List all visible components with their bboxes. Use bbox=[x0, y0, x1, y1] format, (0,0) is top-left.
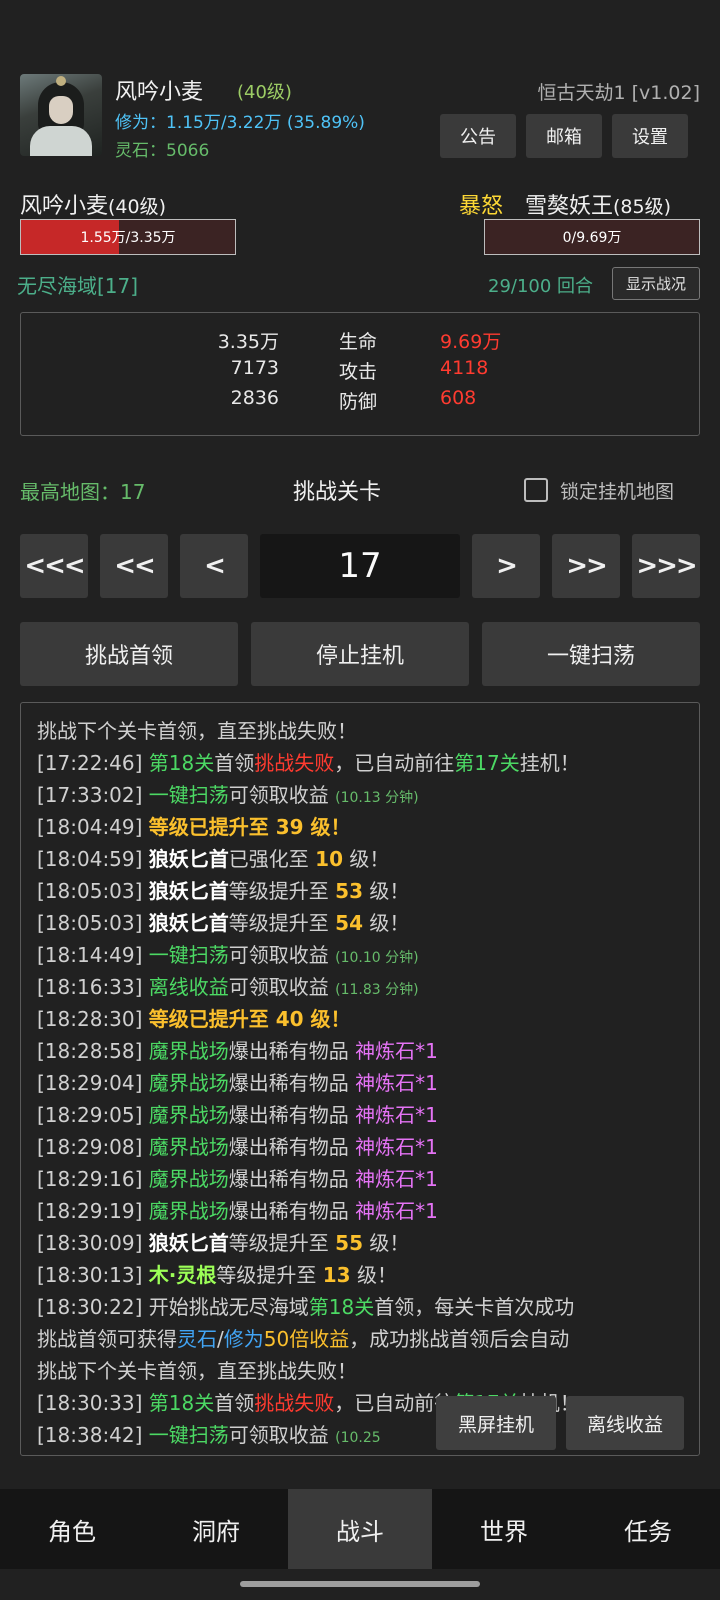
log-line: [18:04:59] 狼妖匕首已强化至 10 级！ bbox=[37, 847, 390, 871]
player-name: 风吟小麦 bbox=[115, 80, 204, 105]
log-line: [18:05:03] 狼妖匕首等级提升至 54 级！ bbox=[37, 911, 410, 935]
log-line: [18:29:08] 魔界战场爆出稀有物品 神炼石*1 bbox=[37, 1135, 438, 1159]
log-line: [18:38:42] 一键扫荡可领取收益 (10.25 bbox=[37, 1423, 381, 1447]
enemy-hp-text: 0/9.69万 bbox=[562, 230, 622, 246]
player-level: (40级) bbox=[237, 82, 292, 103]
log-line: 挑战首领可获得灵石/修为50倍收益，成功挑战首领后会自动 bbox=[37, 1327, 570, 1351]
forward-ten-levels-button[interactable]: >> bbox=[552, 534, 620, 598]
log-line: [18:29:19] 魔界战场爆出稀有物品 神炼石*1 bbox=[37, 1199, 438, 1223]
back-ten-levels-button[interactable]: << bbox=[100, 534, 168, 598]
tab-battle[interactable]: 战斗 bbox=[288, 1489, 432, 1569]
enemy-name-text: 雪獒妖王 bbox=[525, 194, 614, 219]
stat-row-defense: 2836 防御 608 bbox=[21, 387, 699, 417]
last-level-button[interactable]: >>> bbox=[632, 534, 700, 598]
show-battle-button[interactable]: 显示战况 bbox=[612, 267, 700, 300]
stat-label: 防御 bbox=[339, 391, 378, 413]
log-line: [18:05:03] 狼妖匕首等级提升至 53 级！ bbox=[37, 879, 410, 903]
log-line: [17:22:46] 第18关首领挑战失败，已自动前往第17关挂机！ bbox=[37, 751, 580, 775]
lock-map-checkbox[interactable] bbox=[524, 478, 548, 502]
next-level-button[interactable]: > bbox=[472, 534, 540, 598]
enemy-stat-value: 608 bbox=[440, 387, 477, 409]
player-hp-text: 1.55万/3.35万 bbox=[80, 230, 176, 246]
avatar-face bbox=[49, 96, 73, 124]
log-line: [18:14:49] 一键扫荡可领取收益 (10.10 分钟) bbox=[37, 943, 419, 967]
player-stat-value: 7173 bbox=[230, 357, 279, 379]
stat-label: 生命 bbox=[339, 331, 378, 353]
log-line: [18:04:49] 等级已提升至 39 级！ bbox=[37, 815, 351, 839]
player-stat-value: 2836 bbox=[230, 387, 279, 409]
fighter-name-text: 风吟小麦 bbox=[20, 194, 109, 219]
player-hp-bar: 1.55万/3.35万 bbox=[20, 219, 236, 255]
player-cultivation: 修为：1.15万/3.22万 (35.89%) bbox=[115, 113, 365, 133]
quick-sweep-button[interactable]: 一键扫荡 bbox=[482, 622, 700, 686]
home-indicator[interactable] bbox=[240, 1581, 480, 1587]
stat-row-attack: 7173 攻击 4118 bbox=[21, 357, 699, 387]
stat-row-hp: 3.35万 生命 9.69万 bbox=[21, 327, 699, 357]
offline-earnings-button[interactable]: 离线收益 bbox=[566, 1396, 684, 1450]
stats-panel: 3.35万 生命 9.69万 7173 攻击 4118 2836 防御 608 bbox=[20, 312, 700, 436]
log-line: [18:30:22] 开始挑战无尽海域第18关首领，每关卡首次成功 bbox=[37, 1295, 575, 1319]
log-line: 挑战下个关卡首领，直至挑战失败！ bbox=[37, 1359, 357, 1383]
bottom-navigation: 角色 洞府 战斗 世界 任务 bbox=[0, 1489, 720, 1569]
round-counter: 29/100 回合 bbox=[488, 276, 594, 297]
tab-cave[interactable]: 洞府 bbox=[144, 1489, 288, 1569]
avatar-robe bbox=[30, 126, 92, 156]
log-line: [18:29:16] 魔界战场爆出稀有物品 神炼石*1 bbox=[37, 1167, 438, 1191]
first-level-button[interactable]: <<< bbox=[20, 534, 88, 598]
stop-idle-button[interactable]: 停止挂机 bbox=[251, 622, 469, 686]
challenge-boss-button[interactable]: 挑战首领 bbox=[20, 622, 238, 686]
log-line: [18:29:05] 魔界战场爆出稀有物品 神炼石*1 bbox=[37, 1103, 438, 1127]
black-screen-idle-button[interactable]: 黑屏挂机 bbox=[436, 1396, 556, 1450]
log-line: 挑战下个关卡首领，直至挑战失败！ bbox=[37, 719, 357, 743]
tab-quests[interactable]: 任务 bbox=[576, 1489, 720, 1569]
enemy-status-rage: 暴怒 bbox=[459, 194, 504, 219]
challenge-level-title: 挑战关卡 bbox=[293, 480, 382, 505]
player-avatar[interactable] bbox=[20, 74, 102, 156]
player-stat-value: 3.35万 bbox=[217, 331, 279, 353]
log-line: [18:30:09] 狼妖匕首等级提升至 55 级！ bbox=[37, 1231, 410, 1255]
current-level-display: 17 bbox=[260, 534, 460, 598]
enemy-stat-value: 4118 bbox=[440, 357, 489, 379]
battle-log[interactable]: 挑战下个关卡首领，直至挑战失败！ [17:22:46] 第18关首领挑战失败，已… bbox=[20, 702, 700, 1456]
enemy-hp-bar: 0/9.69万 bbox=[484, 219, 700, 255]
log-line: [18:28:30] 等级已提升至 40 级！ bbox=[37, 1007, 351, 1031]
stat-label: 攻击 bbox=[339, 361, 378, 383]
enemy-level-text: (85级) bbox=[613, 196, 672, 218]
tab-character[interactable]: 角色 bbox=[0, 1489, 144, 1569]
announcement-button[interactable]: 公告 bbox=[440, 114, 516, 158]
avatar-crown bbox=[56, 76, 66, 86]
mailbox-button[interactable]: 邮箱 bbox=[526, 114, 602, 158]
current-map: 无尽海域[17] bbox=[17, 274, 139, 298]
log-line: [18:28:58] 魔界战场爆出稀有物品 神炼石*1 bbox=[37, 1039, 438, 1063]
lock-map-label[interactable]: 锁定挂机地图 bbox=[560, 477, 674, 504]
tab-world[interactable]: 世界 bbox=[432, 1489, 576, 1569]
fighter-level-text: (40级) bbox=[108, 196, 167, 218]
player-fighter-name: 风吟小麦(40级) bbox=[20, 188, 166, 220]
enemy-stat-value: 9.69万 bbox=[440, 331, 502, 353]
log-line: [18:16:33] 离线收益可领取收益 (11.83 分钟) bbox=[37, 975, 419, 999]
enemy-fighter-name: 雪獒妖王(85级) bbox=[525, 188, 671, 220]
game-title: 恒古天劫1 [v1.02] bbox=[537, 82, 700, 104]
prev-level-button[interactable]: < bbox=[180, 534, 248, 598]
log-line: [18:30:13] 木·灵根等级提升至 13 级！ bbox=[37, 1263, 397, 1287]
log-line: [18:29:04] 魔界战场爆出稀有物品 神炼石*1 bbox=[37, 1071, 438, 1095]
highest-map: 最高地图：17 bbox=[20, 480, 146, 504]
player-spirit-stones: 灵石：5066 bbox=[115, 141, 210, 161]
log-line: [17:33:02] 一键扫荡可领取收益 (10.13 分钟) bbox=[37, 783, 419, 807]
settings-button[interactable]: 设置 bbox=[612, 114, 688, 158]
